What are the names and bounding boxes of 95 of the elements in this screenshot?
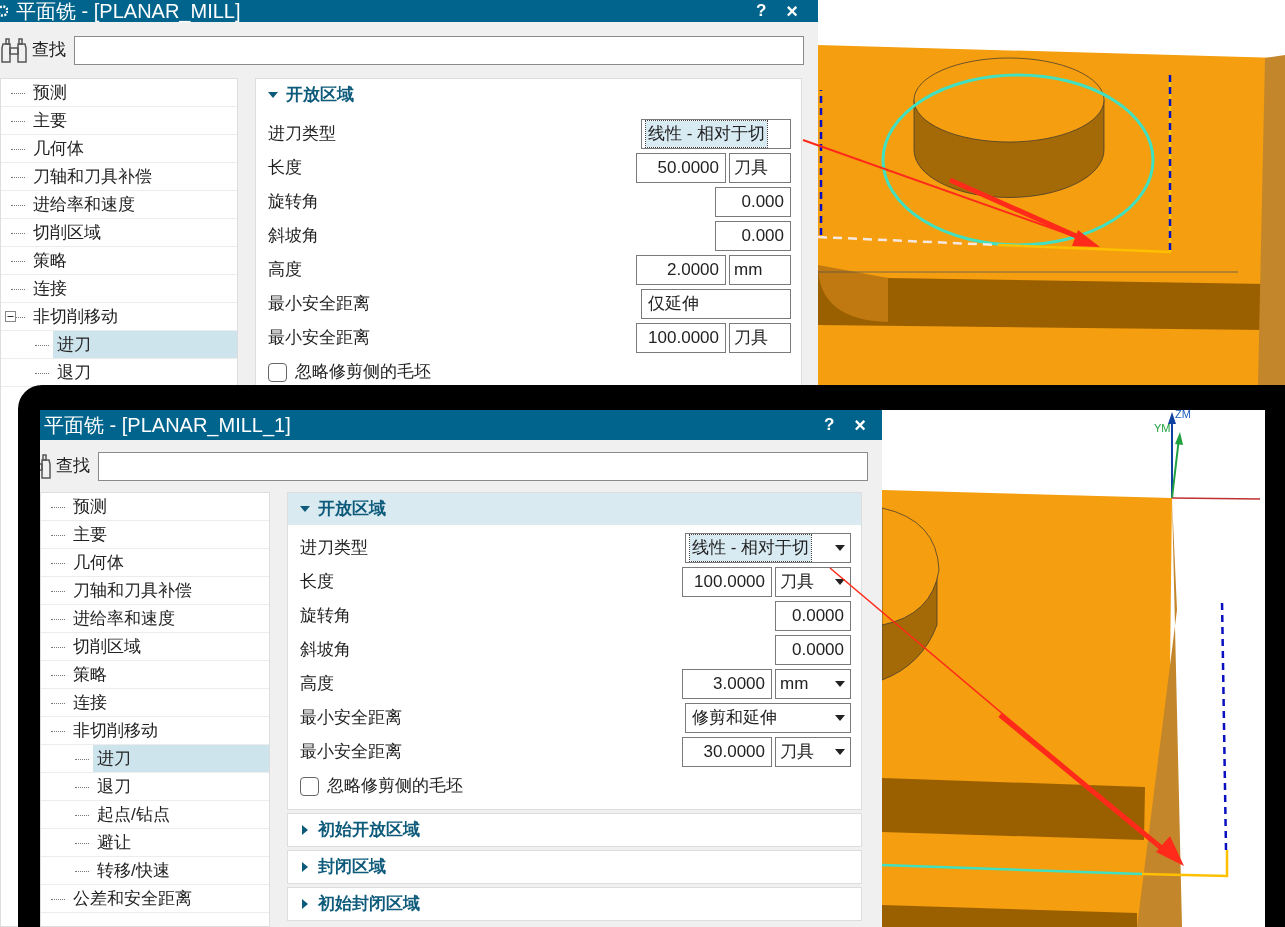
dropdown-arrow-icon bbox=[834, 714, 846, 722]
dropdown[interactable]: 线性 - 相对于切 bbox=[641, 119, 791, 149]
tree-item[interactable]: 几何体 bbox=[29, 135, 237, 162]
checkbox-label: 忽略修剪侧的毛坯 bbox=[295, 361, 431, 384]
search-field[interactable] bbox=[98, 451, 868, 481]
dropdown[interactable]: 仅延伸 bbox=[641, 289, 791, 319]
checkbox-label: 忽略修剪侧的毛坯 bbox=[327, 775, 463, 798]
section-header[interactable]: 封闭区域 bbox=[288, 851, 861, 883]
close-button[interactable]: × bbox=[786, 0, 798, 26]
dropdown[interactable]: 修剪和延伸 bbox=[685, 703, 851, 733]
expand-caret-icon bbox=[300, 899, 310, 909]
collapse-icon[interactable] bbox=[5, 311, 16, 322]
axis-triad-icon bbox=[1168, 412, 1261, 500]
field-label: 进刀类型 bbox=[300, 537, 368, 560]
number-field[interactable]: 50.0000 bbox=[636, 153, 726, 183]
tree-item[interactable]: 公差和安全距离 bbox=[69, 885, 269, 912]
field-label: 旋转角 bbox=[268, 191, 319, 214]
number-field[interactable]: 0.000 bbox=[715, 221, 791, 251]
checkbox[interactable] bbox=[268, 362, 287, 382]
dropdown-arrow-icon bbox=[834, 748, 846, 756]
binoculars-icon bbox=[40, 452, 52, 480]
binoculars-icon bbox=[0, 36, 28, 64]
number-field[interactable]: 100.0000 bbox=[636, 323, 726, 353]
tree-item[interactable]: 避让 bbox=[93, 829, 269, 856]
tree-item[interactable]: 刀轴和刀具补偿 bbox=[69, 577, 269, 604]
dropdown-arrow-icon bbox=[834, 544, 846, 552]
tree-item[interactable]: 进刀 bbox=[93, 745, 269, 772]
unit-dropdown[interactable]: 刀具 bbox=[775, 567, 851, 597]
field-label: 最小安全距离 bbox=[300, 741, 402, 764]
help-button[interactable]: ? bbox=[755, 0, 767, 24]
dropdown[interactable]: 线性 - 相对于切 bbox=[685, 533, 851, 563]
field-label: 高度 bbox=[300, 673, 334, 696]
close-button[interactable]: × bbox=[854, 410, 866, 440]
section-header[interactable]: 开放区域 bbox=[288, 493, 861, 525]
collapse-caret-icon bbox=[268, 90, 278, 100]
number-field[interactable]: 0.0000 bbox=[775, 635, 851, 665]
unit-dropdown[interactable]: mm bbox=[729, 255, 791, 285]
number-field[interactable]: 2.0000 bbox=[636, 255, 726, 285]
unit-dropdown[interactable]: mm bbox=[775, 669, 851, 699]
tree-item[interactable]: 切削区域 bbox=[69, 633, 269, 660]
section-header[interactable]: 初始封闭区域 bbox=[288, 888, 861, 920]
field-label: 斜坡角 bbox=[300, 639, 351, 662]
tree-item[interactable]: 非切削移动 bbox=[69, 717, 269, 744]
field-label: 高度 bbox=[268, 259, 302, 282]
unit-dropdown[interactable]: 刀具 bbox=[729, 153, 791, 183]
field-label: 长度 bbox=[268, 157, 302, 180]
field-label: 进刀类型 bbox=[268, 123, 336, 146]
tree-item[interactable]: 几何体 bbox=[69, 549, 269, 576]
tree-item[interactable]: 转移/快速 bbox=[93, 857, 269, 884]
tree-item[interactable]: 预测 bbox=[69, 493, 269, 520]
axis-label: YM bbox=[1154, 422, 1171, 434]
search-label: 查找 bbox=[32, 39, 66, 62]
tree-item[interactable]: 进给率和速度 bbox=[29, 191, 237, 218]
field-label: 斜坡角 bbox=[268, 225, 319, 248]
dropdown-arrow-icon bbox=[834, 680, 846, 688]
field-label: 长度 bbox=[300, 571, 334, 594]
field-label: 最小安全距离 bbox=[268, 293, 370, 316]
tree-item[interactable]: 连接 bbox=[29, 275, 237, 302]
tree-item[interactable]: 进刀 bbox=[53, 331, 237, 358]
number-field[interactable]: 0.000 bbox=[715, 187, 791, 217]
number-field[interactable]: 3.0000 bbox=[682, 669, 772, 699]
unit-dropdown[interactable]: 刀具 bbox=[729, 323, 791, 353]
number-field[interactable]: 30.0000 bbox=[682, 737, 772, 767]
section-header[interactable]: 初始开放区域 bbox=[288, 814, 861, 846]
expand-caret-icon bbox=[300, 862, 310, 872]
field-label: 最小安全距离 bbox=[268, 327, 370, 350]
tree-item[interactable]: 退刀 bbox=[53, 359, 237, 386]
tree-item[interactable]: 连接 bbox=[69, 689, 269, 716]
dropdown-arrow-icon bbox=[834, 578, 846, 586]
tree-item[interactable]: 预测 bbox=[29, 79, 237, 106]
tree-item[interactable]: 策略 bbox=[69, 661, 269, 688]
search-field[interactable] bbox=[74, 35, 804, 65]
tree-item[interactable]: 主要 bbox=[69, 521, 269, 548]
tree-item[interactable]: 进给率和速度 bbox=[69, 605, 269, 632]
help-button[interactable]: ? bbox=[823, 412, 835, 438]
tree-item[interactable]: 切削区域 bbox=[29, 219, 237, 246]
dialog-title: 平面铣 - [PLANAR_MILL] bbox=[16, 0, 241, 25]
tree-item[interactable]: 主要 bbox=[29, 107, 237, 134]
tree-item[interactable]: 退刀 bbox=[93, 773, 269, 800]
tree-item[interactable]: 起点/钻点 bbox=[93, 801, 269, 828]
number-field[interactable]: 0.0000 bbox=[775, 601, 851, 631]
gear-icon bbox=[0, 4, 8, 18]
tree-item[interactable]: 策略 bbox=[29, 247, 237, 274]
field-label: 旋转角 bbox=[300, 605, 351, 628]
tree-item[interactable]: 刀轴和刀具补偿 bbox=[29, 163, 237, 190]
tree-item[interactable]: 非切削移动 bbox=[29, 303, 237, 330]
axis-label: ZM bbox=[1175, 410, 1191, 420]
dialog-title: 平面铣 - [PLANAR_MILL_1] bbox=[44, 413, 291, 439]
search-label: 查找 bbox=[56, 455, 90, 478]
number-field[interactable]: 100.0000 bbox=[682, 567, 772, 597]
expand-caret-icon bbox=[300, 825, 310, 835]
unit-dropdown[interactable]: 刀具 bbox=[775, 737, 851, 767]
field-label: 最小安全距离 bbox=[300, 707, 402, 730]
collapse-caret-icon bbox=[300, 504, 310, 514]
checkbox[interactable] bbox=[300, 776, 319, 796]
